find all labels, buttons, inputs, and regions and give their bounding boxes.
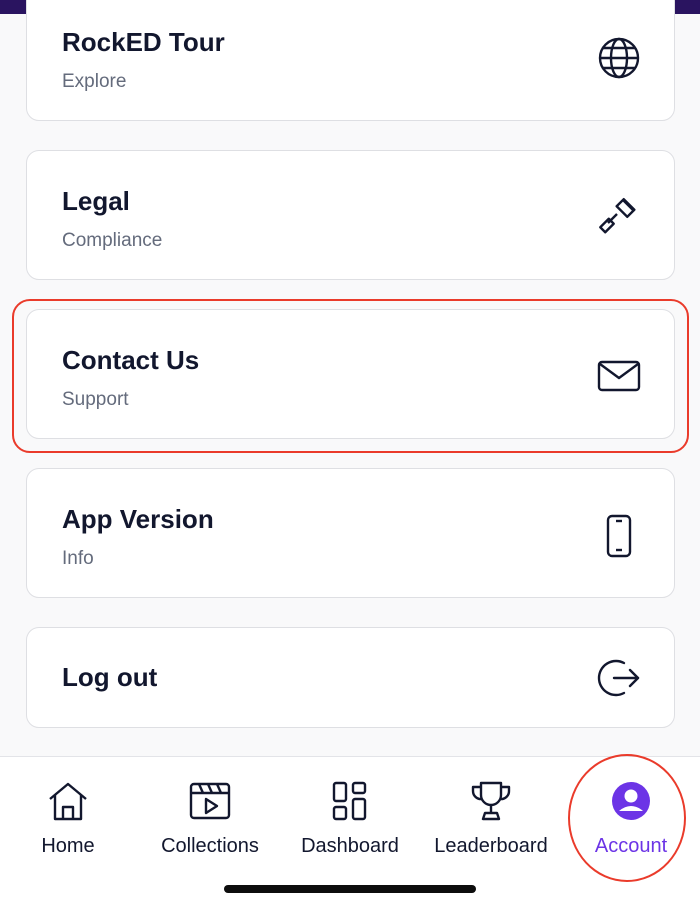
- menu-item-title: Log out: [62, 662, 158, 692]
- menu-item-log-out[interactable]: Log out: [26, 627, 675, 728]
- home-indicator: [224, 885, 476, 893]
- menu-item-subtitle: Explore: [62, 71, 127, 92]
- tab-leaderboard[interactable]: Leaderboard: [421, 779, 561, 859]
- menu-item-rocked-tour[interactable]: RockED Tour Explore: [26, 0, 675, 121]
- menu-item-title: RockED Tour: [62, 27, 225, 57]
- dashboard-grid-icon: [332, 781, 367, 821]
- logout-icon: [596, 655, 642, 701]
- tab-label: Dashboard: [301, 835, 399, 857]
- tab-home[interactable]: Home: [0, 779, 138, 859]
- tab-dashboard[interactable]: Dashboard: [280, 779, 420, 859]
- phone-icon: [596, 513, 642, 559]
- tab-label: Home: [41, 835, 95, 857]
- account-tab-highlight: [568, 754, 686, 882]
- clapperboard-icon: [189, 782, 231, 820]
- tab-label: Collections: [161, 835, 259, 857]
- menu-item-subtitle: Info: [62, 548, 94, 569]
- trophy-icon: [471, 781, 511, 821]
- menu-item-app-version[interactable]: App Version Info: [26, 468, 675, 598]
- globe-icon: [596, 35, 642, 81]
- menu-item-subtitle: Compliance: [62, 230, 163, 251]
- menu-item-title: App Version: [62, 504, 214, 534]
- menu-item-title: Legal: [62, 186, 130, 216]
- gavel-icon: [596, 193, 642, 239]
- home-icon: [49, 782, 87, 821]
- tab-collections[interactable]: Collections: [140, 779, 280, 859]
- contact-us-highlight: [12, 299, 689, 453]
- tab-label: Leaderboard: [434, 835, 548, 857]
- menu-item-legal[interactable]: Legal Compliance: [26, 150, 675, 280]
